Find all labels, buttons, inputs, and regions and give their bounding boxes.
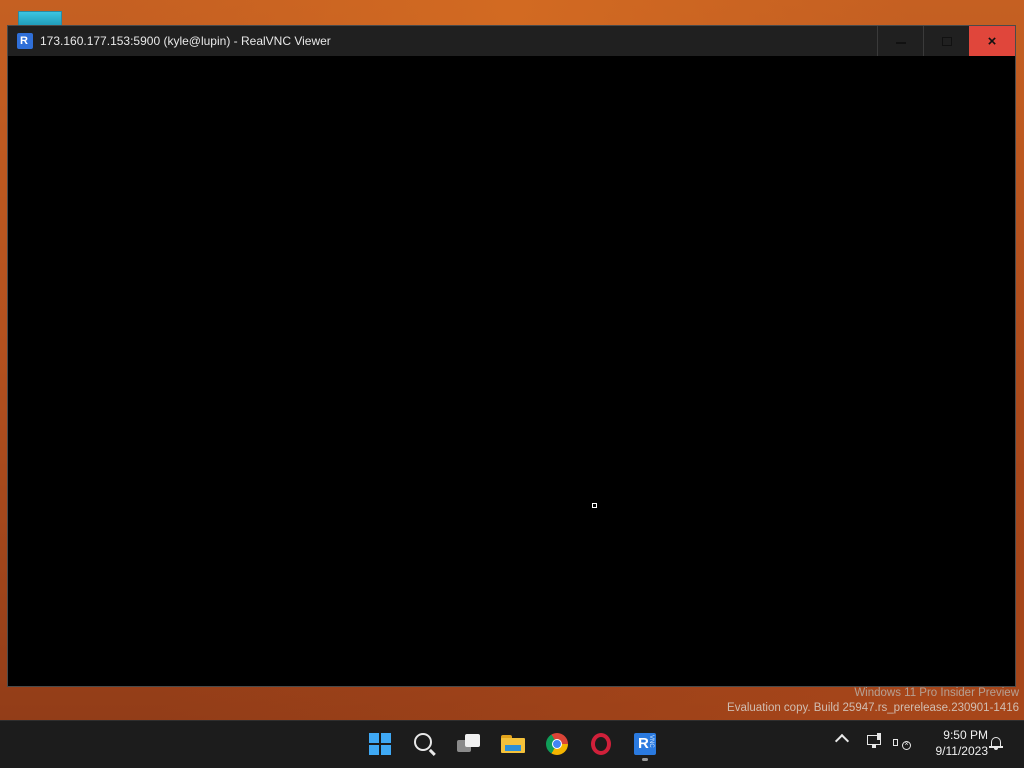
realvnc-viewer-icon: R VNC [634, 733, 656, 755]
minimize-button[interactable] [877, 26, 923, 56]
file-explorer-icon [501, 735, 525, 753]
realvnc-icon[interactable]: R [17, 33, 33, 49]
chrome-icon [546, 733, 568, 755]
running-indicator [642, 758, 648, 761]
volume-muted-icon[interactable]: × [893, 735, 911, 751]
task-view-button[interactable] [453, 728, 485, 760]
watermark-edition: Windows 11 Pro Insider Preview [854, 687, 1019, 699]
window-controls: × [877, 26, 1015, 56]
windows-watermark: Windows 11 Pro Insider Preview Evaluatio… [727, 686, 1019, 716]
vnc-viewer-window: R 173.160.177.153:5900 (kyle@lupin) - Re… [7, 25, 1016, 687]
remote-desktop-view[interactable] [8, 56, 1015, 686]
realvnc-sub-label: VNC [648, 735, 654, 748]
maximize-icon [941, 36, 952, 46]
search-button[interactable] [409, 728, 441, 760]
start-icon [369, 733, 391, 755]
watermark-build: Evaluation copy. Build 25947.rs_prerelea… [727, 702, 1019, 714]
bell-icon[interactable] [989, 736, 1003, 750]
task-view-icon [457, 734, 481, 754]
window-titlebar[interactable]: R 173.160.177.153:5900 (kyle@lupin) - Re… [8, 26, 1015, 56]
start-button[interactable] [364, 728, 396, 760]
close-button[interactable]: × [969, 26, 1015, 56]
file-explorer-button[interactable] [497, 728, 529, 760]
opera-button[interactable] [585, 728, 617, 760]
network-icon[interactable] [867, 733, 885, 751]
clock-time: 9:50 PM [943, 728, 988, 742]
realvnc-viewer-button[interactable]: R VNC [629, 728, 661, 760]
window-title: 173.160.177.153:5900 (kyle@lupin) - Real… [40, 34, 331, 48]
close-icon: × [987, 32, 997, 50]
clock-date: 9/11/2023 [935, 744, 989, 758]
remote-cursor-icon [592, 503, 597, 508]
search-icon [414, 733, 432, 751]
chrome-button[interactable] [541, 728, 573, 760]
maximize-button[interactable] [923, 26, 969, 56]
opera-icon [591, 733, 611, 755]
system-clock[interactable]: 9:50 PM 9/11/2023 [918, 727, 989, 759]
minimize-icon [895, 41, 906, 44]
